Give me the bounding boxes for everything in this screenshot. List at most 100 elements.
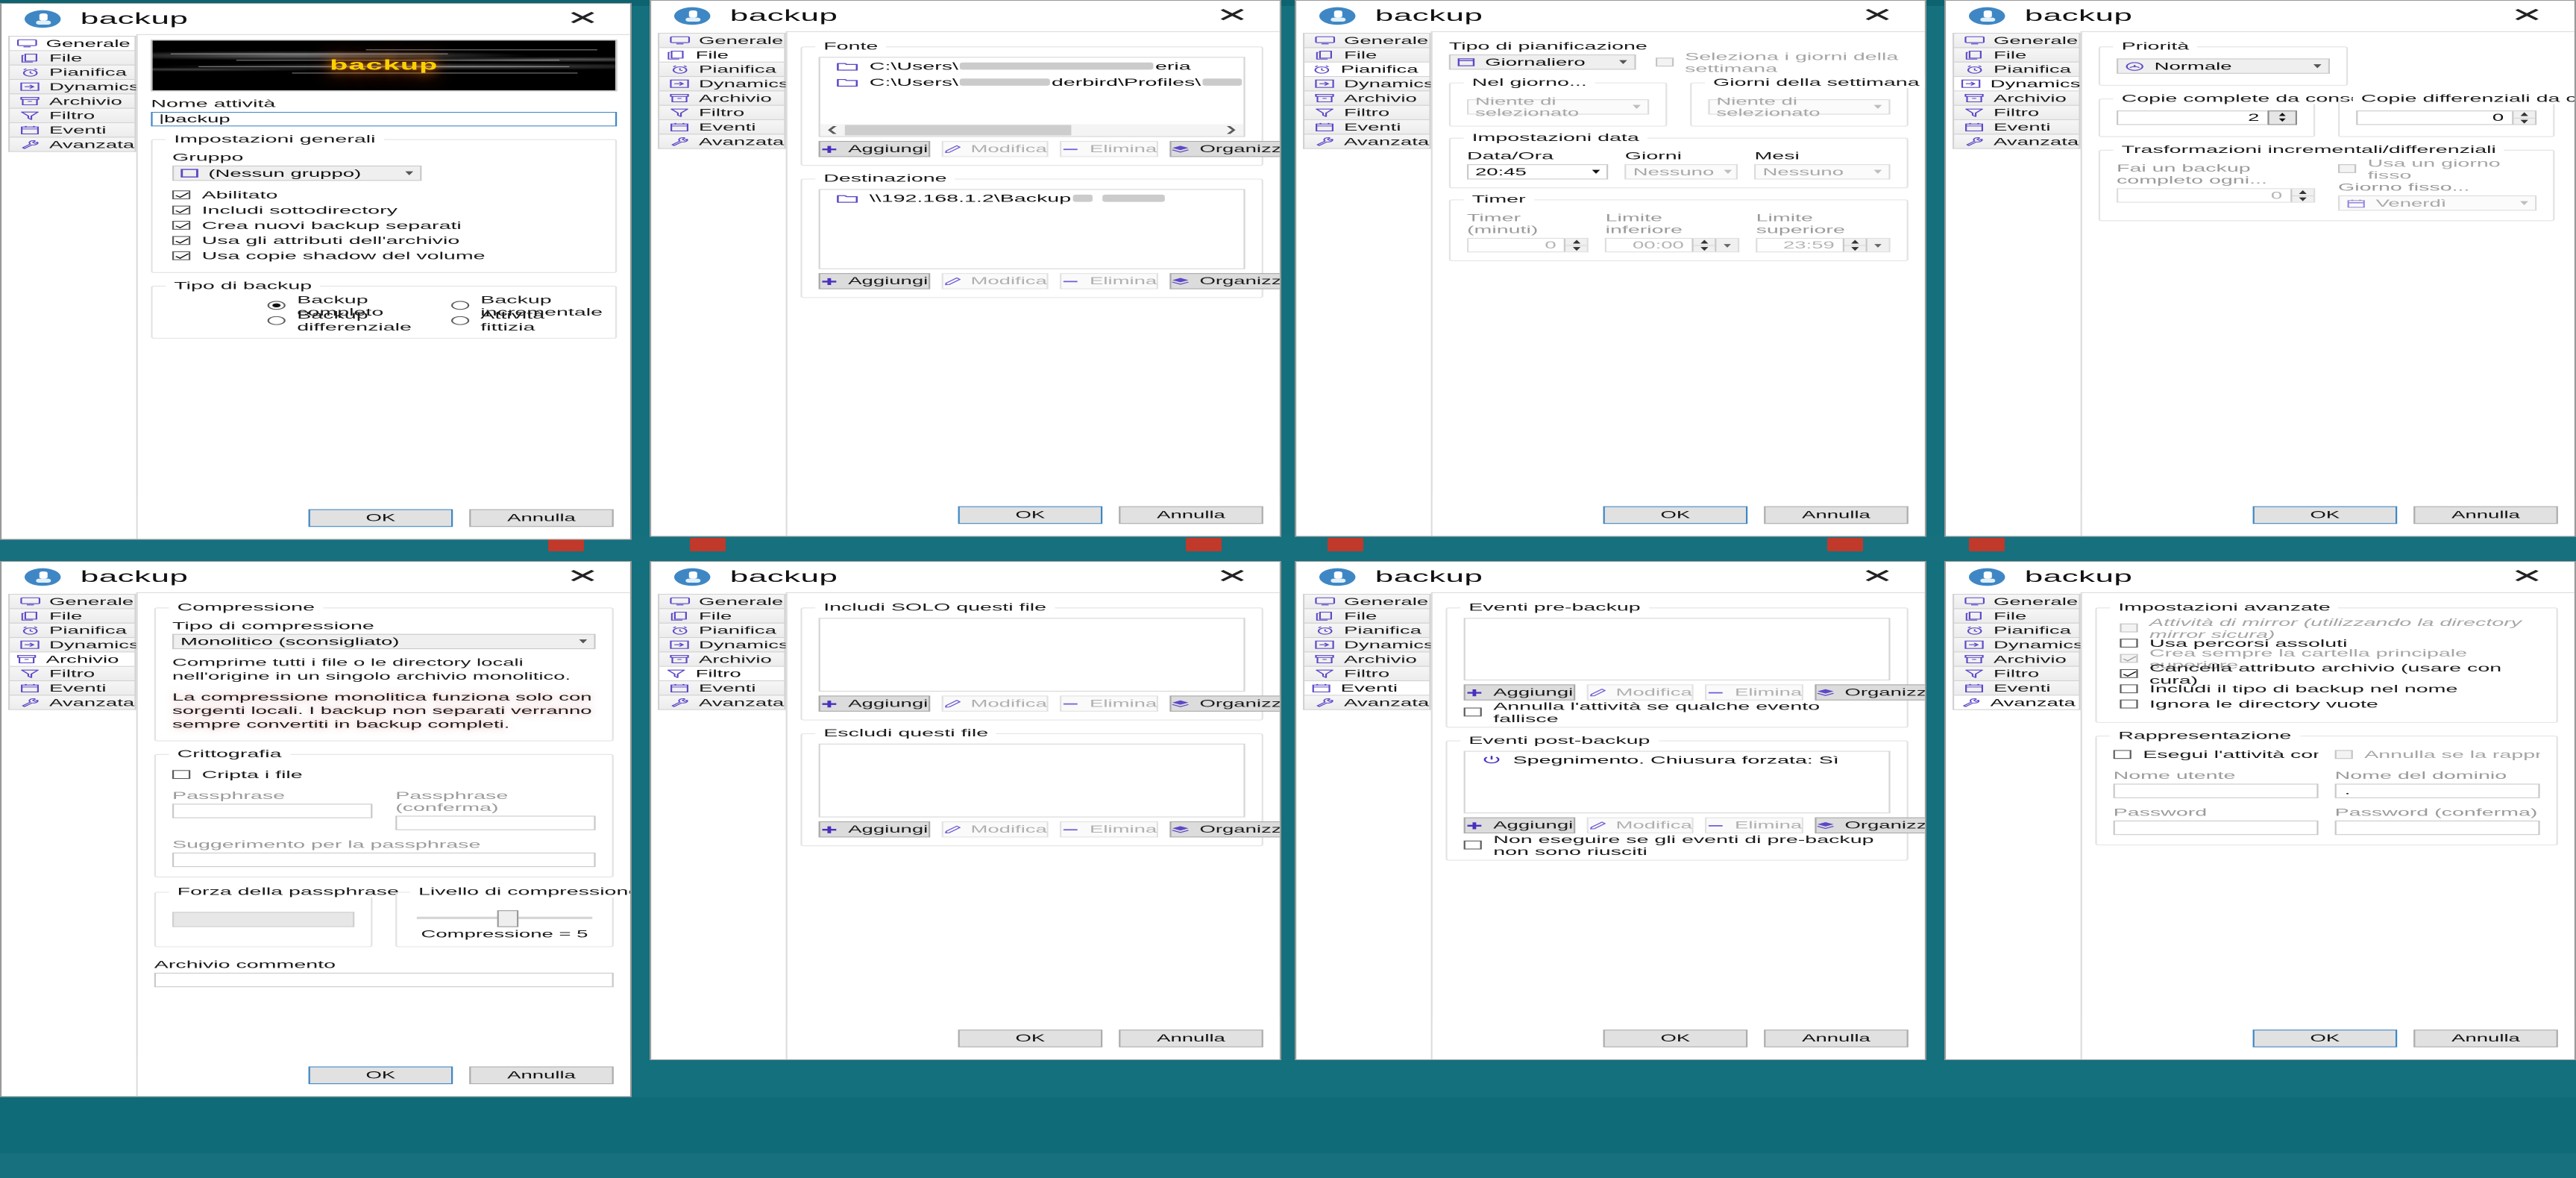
source-listbox[interactable]: C:\Users\eria C:\Users\derbird\Profiles\…: [819, 57, 1245, 137]
passphrase-confirm-input[interactable]: [395, 815, 595, 830]
checkbox-ignora-directory-vuote[interactable]: Ignora le directory vuote: [2120, 697, 2539, 710]
full-copies-stepper[interactable]: ▲▼: [2267, 110, 2297, 125]
ok-button[interactable]: OK: [958, 507, 1103, 524]
stepper-down-icon[interactable]: ▼: [2277, 118, 2288, 124]
scroll-left-arrow-icon[interactable]: ❮: [820, 126, 845, 135]
close-icon[interactable]: ✕: [544, 4, 620, 34]
tab-generale[interactable]: Generale: [1953, 594, 2081, 609]
tab-filtro[interactable]: Filtro: [8, 665, 136, 680]
dest-organize-button[interactable]: Organizza: [1170, 273, 1281, 289]
list-item[interactable]: Spegnimento. Chiusura forzata: Sì: [1466, 751, 1889, 767]
tab-filtro[interactable]: Filtro: [1953, 105, 2081, 120]
dialog-eventi[interactable]: backup ✕ Generale File Pianifica Dynamic…: [1295, 561, 1926, 1060]
stepper-down-icon[interactable]: ▼: [1566, 245, 1588, 253]
slider-knob[interactable]: [497, 910, 519, 927]
tab-archivio[interactable]: Archivio: [658, 90, 786, 105]
tab-dynamics[interactable]: Dynamics: [1303, 76, 1431, 91]
stepper-up-icon[interactable]: ▲: [2292, 189, 2313, 195]
tab-dynamics[interactable]: Dynamics: [1303, 637, 1431, 652]
password-input[interactable]: [2114, 820, 2319, 834]
tab-eventi[interactable]: Eventi: [658, 680, 786, 695]
tab-avanzata[interactable]: Avanzata: [658, 134, 786, 148]
cancel-button[interactable]: Annulla: [1119, 507, 1263, 524]
stepper-down-icon[interactable]: ▼: [2292, 195, 2313, 203]
source-delete-button[interactable]: Elimina: [1061, 141, 1159, 157]
tab-pianifica[interactable]: Pianifica: [1303, 622, 1431, 637]
dialog-filtro[interactable]: backup ✕ Generale File Pianifica Dynamic…: [650, 561, 1281, 1060]
stepper-buttons[interactable]: ▲▼: [1843, 239, 1866, 251]
checkbox-includi-sottodirectory[interactable]: Includi sottodirectory: [172, 204, 596, 217]
domain-input[interactable]: .: [2335, 783, 2540, 798]
full-copies-input[interactable]: 2: [2117, 110, 2267, 125]
checkbox-esegui-come-altro-utente[interactable]: Esegui l'attività come un altro utent: [2114, 748, 2319, 761]
exclude-delete-button[interactable]: Elimina: [1061, 821, 1159, 837]
pre-edit-button[interactable]: Modifica: [1586, 684, 1694, 700]
tab-sidebar[interactable]: Generale File Pianifica Dynamics Archivi…: [651, 592, 785, 1059]
days-select[interactable]: Nessuno▾: [1625, 164, 1738, 179]
cancel-button[interactable]: Annulla: [469, 510, 614, 527]
tab-eventi[interactable]: Eventi: [1303, 119, 1431, 134]
full-every-stepper[interactable]: 0▲▼: [2117, 188, 2315, 202]
lower-limit-stepper[interactable]: 00:00▲▼▾: [1605, 238, 1739, 252]
dest-add-button[interactable]: Aggiungi: [819, 273, 930, 289]
on-day-select[interactable]: Niente di selezionato▾: [1467, 99, 1649, 114]
exclude-organize-button[interactable]: Organizza: [1170, 821, 1281, 837]
stepper-down-icon[interactable]: ▼: [1844, 245, 1866, 253]
source-organize-button[interactable]: Organizza: [1170, 141, 1281, 157]
archive-comment-input[interactable]: [154, 973, 614, 987]
ok-button[interactable]: OK: [309, 510, 453, 527]
tab-file[interactable]: File: [658, 608, 786, 623]
checkbox-seleziona-giorni-settimana[interactable]: Seleziona i giorni della settimana: [1655, 55, 1908, 69]
cancel-button[interactable]: Annulla: [1119, 1030, 1263, 1047]
compression-type-select[interactable]: Monolitico (sconsigliato)▾: [172, 633, 596, 648]
tab-dynamics[interactable]: Dynamics: [658, 637, 786, 652]
tab-avanzata[interactable]: Avanzata: [658, 695, 786, 709]
stepper-buttons[interactable]: ▲▼: [1564, 239, 1587, 251]
tab-generale[interactable]: Generale: [1303, 33, 1431, 48]
tab-sidebar[interactable]: Generale File Pianifica Dynamics Archivi…: [1946, 31, 2080, 536]
close-icon[interactable]: ✕: [1839, 1, 1914, 31]
tab-sidebar[interactable]: Generale File Pianifica Dynamics Archivi…: [1296, 31, 1430, 536]
tab-avanzata[interactable]: Avanzata: [1303, 695, 1431, 709]
tab-filtro[interactable]: Filtro: [8, 108, 136, 123]
group-select[interactable]: (Nessun gruppo) ▾: [172, 166, 421, 181]
chevron-down-icon[interactable]: ▾: [1715, 239, 1738, 251]
cancel-button[interactable]: Annulla: [2413, 507, 2558, 524]
tab-sidebar[interactable]: Generale File Pianifica Dynamics Archivi…: [1, 34, 136, 539]
username-input[interactable]: [2114, 783, 2319, 798]
stepper-up-icon[interactable]: ▲: [1694, 239, 1715, 245]
include-listbox[interactable]: [819, 618, 1245, 692]
tab-archivio[interactable]: Archivio: [1953, 90, 2081, 105]
ok-button[interactable]: OK: [958, 1030, 1103, 1047]
include-organize-button[interactable]: Organizza: [1170, 695, 1281, 711]
stepper-up-icon[interactable]: ▲: [1566, 239, 1588, 245]
pre-backup-listbox[interactable]: [1463, 618, 1890, 680]
stepper-up-icon[interactable]: ▲: [1844, 239, 1866, 245]
cancel-button[interactable]: Annulla: [1764, 507, 1909, 524]
tab-file[interactable]: File: [8, 51, 136, 66]
tab-archivio[interactable]: Archivio: [1303, 90, 1431, 105]
pre-delete-button[interactable]: Elimina: [1705, 684, 1803, 700]
list-item[interactable]: C:\Users\derbird\Profiles\: [820, 74, 1244, 90]
checkbox-usa-copie-shadow[interactable]: Usa copie shadow del volume: [172, 249, 596, 263]
dialog-generale[interactable]: backup ✕ Generale File Pianifica Dynamic…: [0, 3, 632, 539]
task-name-input[interactable]: backup: [151, 112, 617, 126]
tab-pianifica[interactable]: Pianifica: [1953, 62, 2081, 77]
tab-file[interactable]: File: [1953, 608, 2081, 623]
passphrase-hint-input[interactable]: [172, 853, 596, 867]
tab-filtro[interactable]: Filtro: [1303, 105, 1431, 120]
ok-button[interactable]: OK: [2253, 1030, 2398, 1047]
post-backup-listbox[interactable]: Spegnimento. Chiusura forzata: Sì: [1463, 751, 1890, 813]
pre-add-button[interactable]: Aggiungi: [1463, 684, 1574, 700]
checkbox-non-eseguire-se-pre-backup-falliti[interactable]: Non eseguire se gli eventi di pre-backup…: [1463, 838, 1890, 851]
tab-archivio[interactable]: Archivio: [8, 94, 136, 109]
tab-eventi[interactable]: Eventi: [1953, 119, 2081, 134]
tab-dynamics[interactable]: Dynamics: [8, 637, 136, 652]
stepper-up-icon[interactable]: ▲: [2277, 112, 2288, 118]
dialog-pianifica[interactable]: backup ✕ Generale File Pianifica Dynamic…: [1295, 0, 1926, 536]
include-edit-button[interactable]: Modifica: [941, 695, 1049, 711]
tab-generale[interactable]: Generale: [1953, 33, 2081, 48]
list-item[interactable]: C:\Users\eria: [820, 57, 1244, 73]
scrollbar-thumb[interactable]: [845, 125, 1072, 136]
destination-listbox[interactable]: \\192.168.1.2\Backup: [819, 189, 1245, 269]
